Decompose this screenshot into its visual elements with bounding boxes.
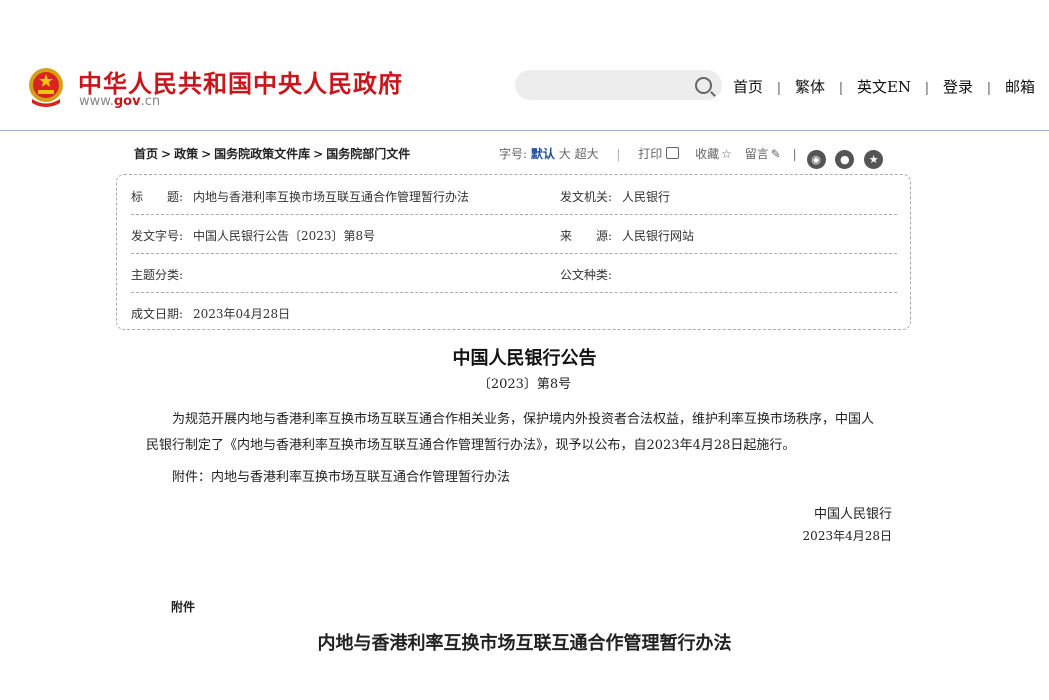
nav-separator: | (924, 81, 930, 96)
tools-separator: | (616, 147, 621, 161)
nav-english[interactable]: 英文EN (857, 78, 911, 96)
meta-row: 主题分类: 公文种类: (131, 253, 897, 293)
favorite-button[interactable]: 收藏 (695, 147, 719, 161)
document-number: 〔2023〕第8号 (477, 377, 572, 392)
search-input[interactable] (515, 70, 722, 100)
national-emblem-icon[interactable] (26, 66, 66, 108)
breadcrumb-separator: > (201, 147, 212, 161)
domain-highlight: gov (113, 94, 141, 109)
attachment-heading: 附件 (171, 600, 196, 614)
meta-title-value: 内地与香港利率互换市场互联互通合作管理暂行办法 (193, 190, 470, 204)
breadcrumb-dept-docs[interactable]: 国务院部门文件 (326, 147, 410, 161)
meta-source: 来 源: 人民银行网站 (560, 227, 694, 244)
nav-separator: | (986, 81, 992, 96)
meta-date-label: 成文日期: (131, 307, 184, 321)
breadcrumb-policy[interactable]: 政策 (174, 147, 198, 161)
document-metadata: 标 题: 内地与香港利率互换市场互联互通合作管理暂行办法 发文机关: 人民银行 发文… (116, 174, 911, 330)
site-header: 中华人民共和国中央人民政府 www.gov.cn 首页 | 繁体 | 英文EN … (0, 0, 1049, 131)
domain-prefix: www. (79, 94, 114, 109)
attachment-line: 附件：内地与香港利率互换市场互联互通合作管理暂行办法 (172, 470, 511, 485)
body-paragraph: 为规范开展内地与香港利率互换市场互联互通合作相关业务，保护境内外投资者合法权益，… (146, 412, 875, 453)
print-button[interactable]: 打印 (638, 147, 662, 161)
meta-row: 标 题: 内地与香港利率互换市场互联互通合作管理暂行办法 发文机关: 人民银行 (131, 175, 897, 215)
wechat-icon[interactable]: ● (835, 150, 855, 169)
meta-source-value: 人民银行网站 (622, 229, 695, 243)
nav-mail[interactable]: 邮箱 (1005, 78, 1035, 96)
signature-date: 2023年4月28日 (802, 529, 892, 543)
meta-date-value: 2023年04月28日 (193, 307, 291, 321)
nav-home[interactable]: 首页 (733, 78, 763, 96)
search-icon[interactable] (695, 77, 712, 94)
signature-organization: 中国人民银行 (813, 507, 892, 522)
font-size-large[interactable]: 大 (559, 147, 571, 161)
print-icon[interactable] (666, 147, 680, 159)
attachment-title: 内地与香港利率互换市场互联互通合作管理暂行办法 (317, 633, 732, 654)
page-title: 中国人民银行公告 (452, 348, 597, 369)
font-size-xlarge[interactable]: 超大 (575, 147, 599, 161)
meta-docnum-label: 发文字号: (131, 229, 184, 243)
breadcrumb-home[interactable]: 首页 (134, 147, 158, 161)
meta-row: 成文日期: 2023年04月28日 (131, 292, 897, 331)
domain-suffix: .cn (140, 94, 161, 109)
nav-traditional[interactable]: 繁体 (795, 78, 825, 96)
breadcrumb-separator: > (313, 147, 324, 161)
comment-button[interactable]: 留言 (745, 147, 769, 161)
site-domain: www.gov.cn (79, 94, 160, 109)
meta-docnum-value: 中国人民银行公告〔2023〕第8号 (193, 229, 376, 243)
star-icon[interactable]: ☆ (721, 147, 732, 161)
breadcrumb: 首页 > 政策 > 国务院政策文件库 > 国务院部门文件 (134, 145, 410, 162)
meta-topic: 主题分类: (131, 266, 193, 283)
qzone-icon[interactable]: ★ (864, 150, 884, 169)
font-size-label: 字号: (499, 147, 528, 161)
meta-issuer-label: 发文机关: (560, 190, 613, 204)
article-tools: 字号: 默认 大 超大 | 打印 收藏 ☆ 留言 ✎ | ◉ ● ★ (499, 145, 884, 169)
pen-icon[interactable]: ✎ (771, 147, 781, 161)
meta-issuer: 发文机关: 人民银行 (560, 188, 670, 205)
weibo-icon[interactable]: ◉ (806, 150, 826, 169)
tools-separator: | (792, 147, 797, 161)
meta-row: 发文字号: 中国人民银行公告〔2023〕第8号 来 源: 人民银行网站 (131, 214, 897, 254)
meta-topic-label: 主题分类: (131, 268, 184, 282)
meta-date: 成文日期: 2023年04月28日 (131, 305, 290, 322)
meta-source-label: 来 源: (560, 229, 613, 243)
font-size-default[interactable]: 默认 (531, 147, 555, 161)
breadcrumb-library[interactable]: 国务院政策文件库 (214, 147, 310, 161)
nav-login[interactable]: 登录 (943, 78, 973, 96)
meta-doctype: 公文种类: (560, 266, 622, 283)
meta-title-label: 标 题: (131, 190, 184, 204)
nav-separator: | (838, 81, 844, 96)
top-nav: 首页 | 繁体 | 英文EN | 登录 | 邮箱 (733, 76, 1035, 97)
breadcrumb-separator: > (161, 147, 172, 161)
meta-issuer-value: 人民银行 (622, 190, 671, 204)
meta-title: 标 题: 内地与香港利率互换市场互联互通合作管理暂行办法 (131, 188, 469, 205)
meta-doctype-label: 公文种类: (560, 268, 613, 282)
nav-separator: | (776, 81, 782, 96)
meta-docnum: 发文字号: 中国人民银行公告〔2023〕第8号 (131, 227, 375, 244)
